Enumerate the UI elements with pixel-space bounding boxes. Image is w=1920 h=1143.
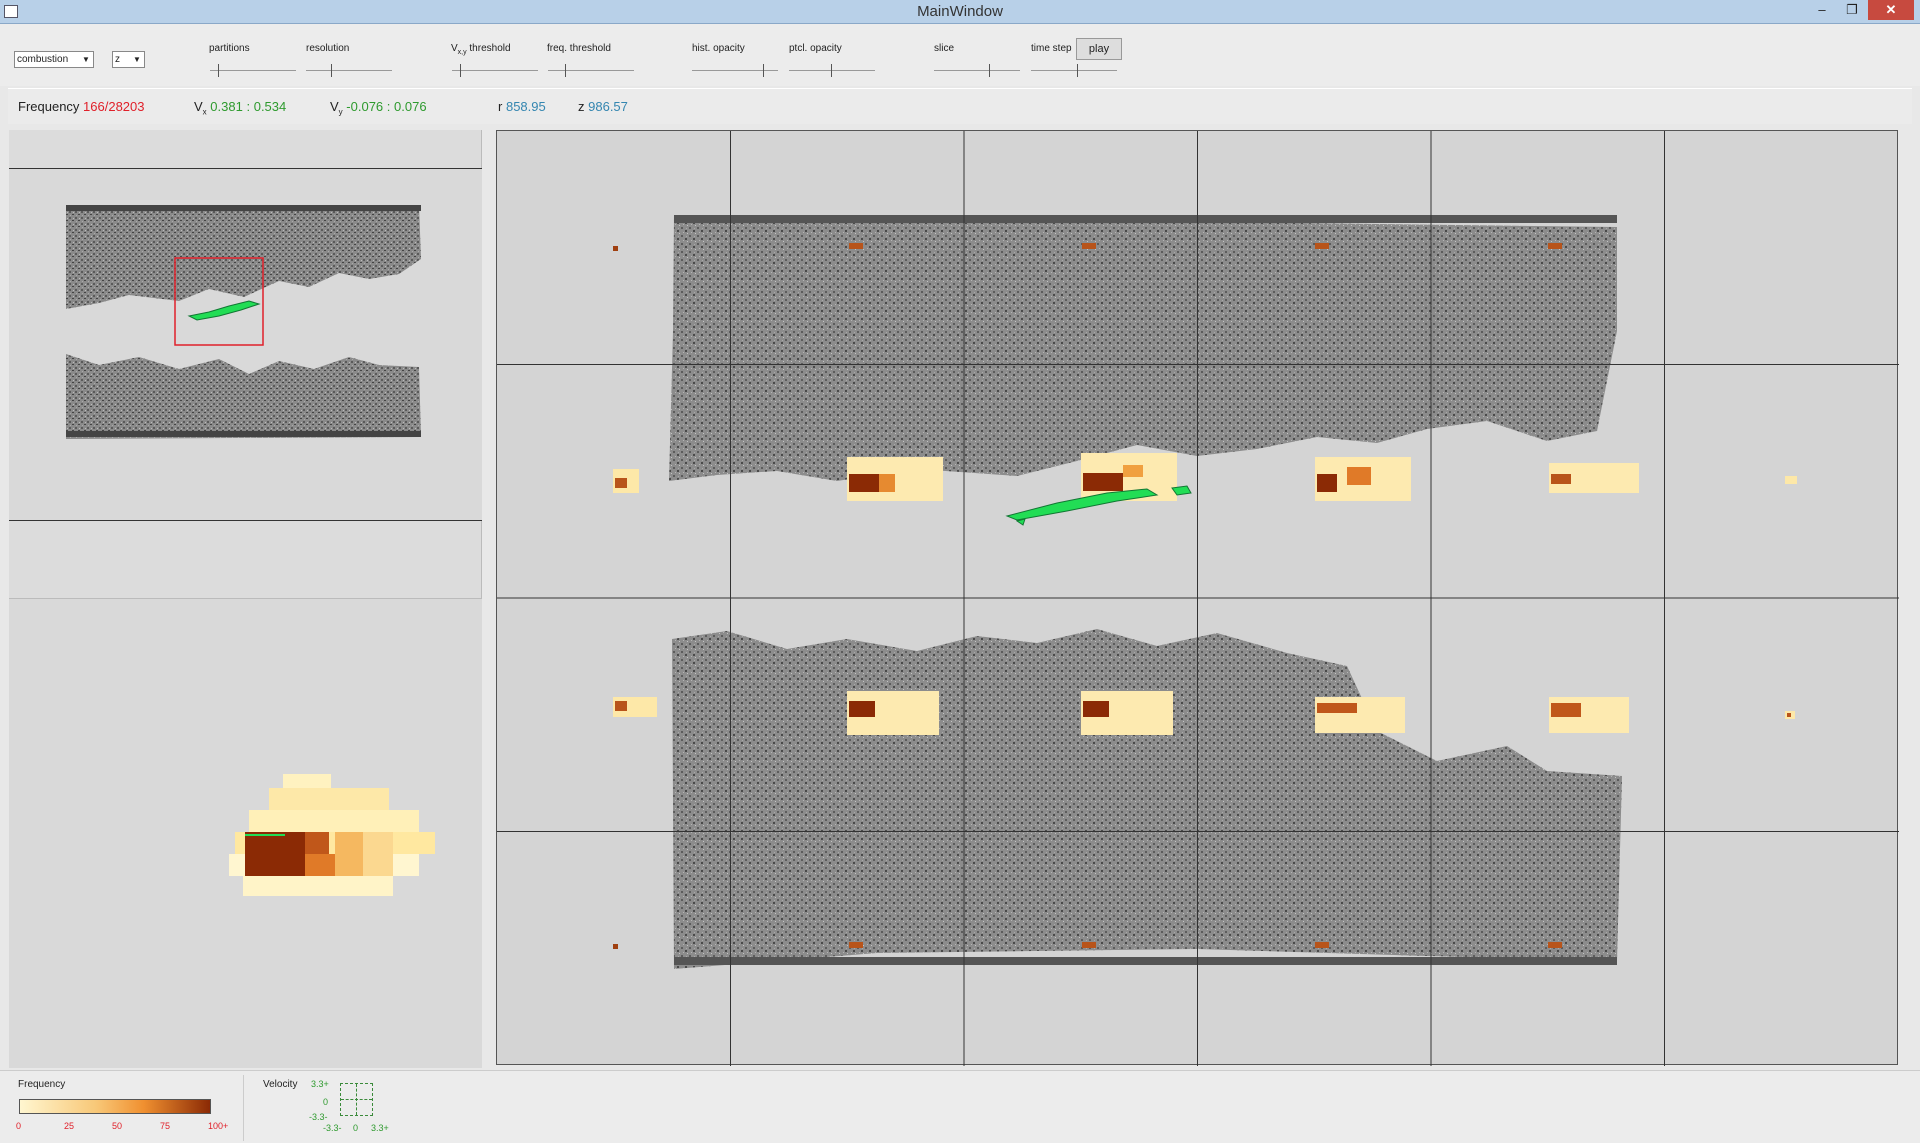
dataset-select-value: combustion xyxy=(17,54,69,65)
velocity-y-tick-max: 3.3+ xyxy=(311,1079,329,1089)
info-bar: Frequency 166/28203 Vx 0.381 : 0.534 Vy … xyxy=(8,88,1912,124)
vy-readout: Vy -0.076 : 0.076 xyxy=(330,99,427,117)
velocity-y-tick-min: -3.3- xyxy=(309,1112,328,1122)
frequency-readout: Frequency 166/28203 xyxy=(18,99,145,114)
freq-tick-0: 0 xyxy=(16,1121,22,1131)
minimize-button[interactable]: – xyxy=(1808,0,1836,20)
velocity-legend-title: Velocity xyxy=(263,1079,298,1090)
particle-field xyxy=(669,215,1622,969)
close-button[interactable]: ✕ xyxy=(1868,0,1914,20)
dataset-select[interactable]: combustion ▼ xyxy=(14,51,94,68)
axis-select[interactable]: z ▼ xyxy=(112,51,145,68)
chevron-down-icon: ▼ xyxy=(82,55,90,64)
freq-tick-75: 75 xyxy=(160,1121,171,1131)
legend-bar: Frequency 0 25 50 75 100+ Velocity 3.3+ … xyxy=(0,1070,1920,1143)
frequency-legend-title: Frequency xyxy=(18,1079,66,1090)
r-readout: r 858.95 xyxy=(498,99,546,114)
toolbar: combustion ▼ z ▼ partitions resolution V… xyxy=(0,24,1920,86)
ptcl-opacity-slider[interactable] xyxy=(789,64,875,78)
highlighted-particles xyxy=(187,300,261,321)
z-readout: z 986.57 xyxy=(578,99,628,114)
velocity-x-tick-max: 3.3+ xyxy=(371,1123,389,1133)
velocity-x-tick-zero: 0 xyxy=(353,1123,359,1133)
slice-label: slice xyxy=(934,43,955,54)
frequency-colorbar xyxy=(19,1099,211,1114)
resolution-label: resolution xyxy=(306,43,350,54)
vxy-threshold-slider[interactable] xyxy=(452,64,538,78)
freq-threshold-label: freq. threshold xyxy=(547,43,611,54)
time-step-label: time step xyxy=(1031,43,1072,54)
left-panel xyxy=(9,130,482,1068)
vx-readout: Vx 0.381 : 0.534 xyxy=(194,99,287,117)
freq-tick-100: 100+ xyxy=(208,1121,229,1131)
resolution-slider[interactable] xyxy=(306,64,392,78)
detail-view[interactable] xyxy=(9,598,482,1068)
title-bar: MainWindow – ❐ ✕ xyxy=(0,0,1920,24)
play-button[interactable]: play xyxy=(1076,38,1122,60)
maximize-button[interactable]: ❐ xyxy=(1838,0,1866,20)
freq-tick-25: 25 xyxy=(64,1121,75,1131)
main-grid-view[interactable] xyxy=(496,130,1899,1066)
ptcl-opacity-label: ptcl. opacity xyxy=(789,43,842,54)
partitions-label: partitions xyxy=(209,43,250,54)
axis-select-value: z xyxy=(115,54,120,65)
window-title: MainWindow xyxy=(917,3,1003,20)
overview-particles xyxy=(66,205,421,439)
chevron-down-icon: ▼ xyxy=(133,55,141,64)
frequency-value: 166/28203 xyxy=(83,99,145,114)
overview-view[interactable] xyxy=(9,168,482,521)
freq-threshold-slider[interactable] xyxy=(548,64,634,78)
velocity-box xyxy=(340,1083,373,1116)
freq-tick-50: 50 xyxy=(112,1121,123,1131)
hist-opacity-slider[interactable] xyxy=(692,64,778,78)
legend-divider xyxy=(243,1075,244,1141)
velocity-y-tick-zero: 0 xyxy=(323,1097,329,1107)
vxy-threshold-label: Vx,y threshold xyxy=(451,43,511,56)
slice-slider[interactable] xyxy=(934,64,1020,78)
time-step-slider[interactable] xyxy=(1031,64,1117,78)
velocity-x-tick-min: -3.3- xyxy=(323,1123,342,1133)
hist-opacity-label: hist. opacity xyxy=(692,43,745,54)
partitions-slider[interactable] xyxy=(210,64,296,78)
